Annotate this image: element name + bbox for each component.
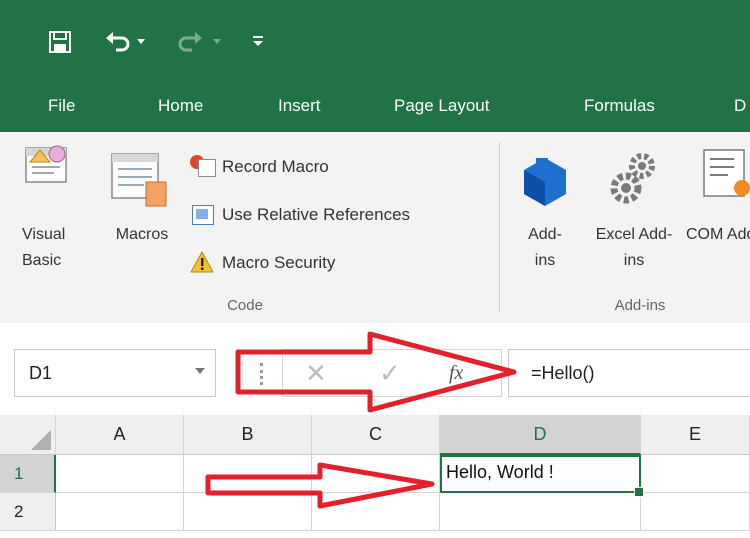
com-addins-icon <box>703 149 750 197</box>
warning-icon <box>190 250 216 275</box>
excel-addins-button[interactable]: Excel Add-ins <box>594 132 674 292</box>
ribbon-tabs: File Home Insert Page Layout Formulas D <box>0 82 750 132</box>
select-all-corner[interactable] <box>0 415 56 455</box>
use-relative-references-label: Use Relative References <box>222 205 411 224</box>
tab-file[interactable]: File <box>48 96 75 116</box>
column-header-a[interactable]: A <box>56 415 184 455</box>
addins-icon <box>524 158 566 206</box>
relative-references-icon <box>190 203 216 227</box>
name-box[interactable]: D1 <box>14 349 216 397</box>
addins-button[interactable]: Add-ins <box>516 132 576 292</box>
redo-icon <box>178 32 202 52</box>
cell-e2[interactable] <box>641 493 750 531</box>
visual-basic-button[interactable]: Visual Basic <box>18 132 74 292</box>
record-macro-icon <box>190 155 216 179</box>
undo-dropdown-icon[interactable] <box>136 38 146 46</box>
customize-qat-icon[interactable] <box>252 34 264 48</box>
tab-developer-partial[interactable]: D <box>734 96 746 116</box>
save-icon[interactable] <box>48 30 72 54</box>
use-relative-references-button[interactable]: Use Relative References <box>190 200 410 230</box>
gear-icon <box>610 153 655 204</box>
tab-page-layout[interactable]: Page Layout <box>394 96 489 116</box>
macros-button[interactable]: Macros <box>100 132 184 292</box>
select-all-triangle-icon <box>31 430 51 450</box>
tab-formulas[interactable]: Formulas <box>584 96 655 116</box>
macro-security-label: Macro Security <box>222 253 336 272</box>
column-header-c[interactable]: C <box>312 415 440 455</box>
com-addins-label: COM Add-i <box>686 226 750 243</box>
column-header-b[interactable]: B <box>184 415 312 455</box>
cell-a1[interactable] <box>56 455 184 493</box>
chevron-down-icon[interactable] <box>195 368 205 374</box>
row-header-1[interactable]: 1 <box>0 455 56 493</box>
row-header-2[interactable]: 2 <box>0 493 56 531</box>
macro-security-button[interactable]: Macro Security <box>190 248 335 278</box>
column-header-e[interactable]: E <box>641 415 750 455</box>
cell-d2[interactable] <box>440 493 641 531</box>
com-addins-button[interactable]: COM Add-i <box>686 132 750 292</box>
title-bar <box>0 0 750 82</box>
tab-insert[interactable]: Insert <box>278 96 321 116</box>
record-macro-button[interactable]: Record Macro <box>190 152 329 182</box>
visual-basic-icon <box>25 145 67 183</box>
fill-handle[interactable] <box>634 487 644 497</box>
record-macro-label: Record Macro <box>222 157 329 176</box>
macros-icon <box>111 153 167 207</box>
formula-input[interactable]: =Hello() <box>508 349 750 397</box>
code-group-label: Code <box>227 297 263 314</box>
macros-label: Macros <box>115 226 169 243</box>
group-separator <box>499 142 500 312</box>
addins-group-label: Add-ins <box>614 297 666 314</box>
ribbon-panel: Visual Basic Macros Record Macro Use Rel… <box>0 132 750 324</box>
excel-addins-label: Excel Add-ins <box>595 226 673 269</box>
annotation-arrow-formula <box>235 331 517 413</box>
tab-home[interactable]: Home <box>158 96 203 116</box>
name-box-value: D1 <box>29 363 53 383</box>
cell-d1-active[interactable]: Hello, World ! <box>440 455 641 493</box>
redo-dropdown-icon <box>213 39 221 44</box>
cell-a2[interactable] <box>56 493 184 531</box>
formula-text: =Hello() <box>531 363 595 383</box>
undo-icon[interactable] <box>104 30 132 54</box>
column-header-d[interactable]: D <box>440 415 641 455</box>
addins-label: Add-ins <box>528 226 562 269</box>
cell-e1[interactable] <box>641 455 750 493</box>
visual-basic-label: Visual Basic <box>22 226 66 269</box>
annotation-arrow-cell <box>205 462 435 509</box>
